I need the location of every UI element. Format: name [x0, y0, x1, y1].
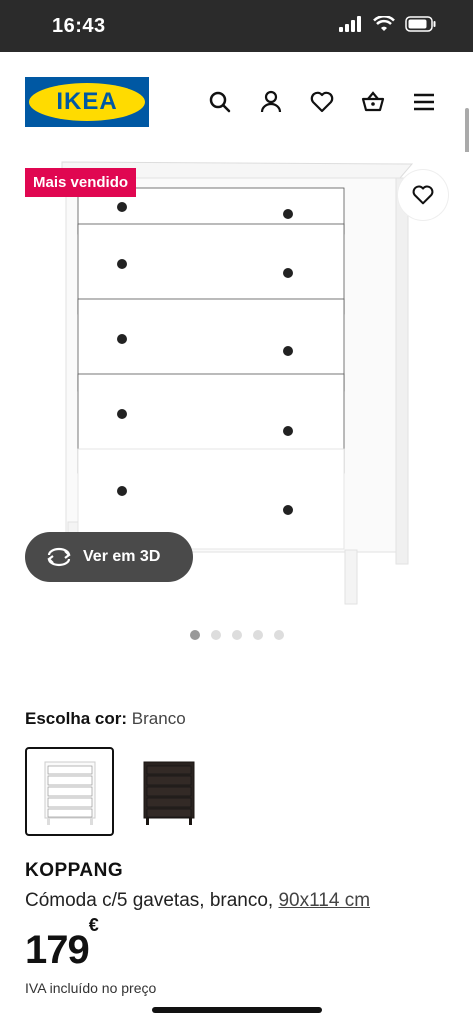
status-time: 16:43: [52, 15, 106, 37]
search-icon[interactable]: [207, 89, 233, 115]
product-description: Cómoda c/5 gavetas, branco, 90x114 cm: [25, 890, 370, 912]
status-bar: 16:43: [0, 0, 473, 52]
carousel-dot[interactable]: [190, 630, 200, 640]
header-actions: [207, 89, 437, 115]
user-icon[interactable]: [258, 89, 284, 115]
view-in-3d-label: Ver em 3D: [83, 548, 161, 565]
product-image-gallery[interactable]: Mais vendido Ver em 3D: [0, 152, 473, 652]
carousel-dot[interactable]: [274, 630, 284, 640]
selected-color-value: Branco: [131, 709, 186, 728]
logo-text: IKEA: [56, 88, 118, 115]
swatch-white[interactable]: [25, 747, 114, 836]
swatch-dark-brown[interactable]: [124, 747, 213, 836]
logo-oval: IKEA: [29, 83, 145, 121]
dark-dresser-thumbnail: [143, 761, 194, 825]
color-selection-label: Escolha cor: Branco: [25, 709, 186, 729]
rotate-3d-icon: [47, 547, 71, 567]
wifi-icon: [373, 16, 395, 31]
heart-icon: [412, 185, 434, 205]
view-in-3d-button[interactable]: Ver em 3D: [25, 532, 193, 582]
carousel-dot[interactable]: [211, 630, 221, 640]
basket-icon[interactable]: [360, 89, 386, 115]
battery-icon: [405, 16, 436, 32]
color-swatches: [25, 747, 213, 836]
price-integer: 179: [25, 928, 90, 972]
product-price: 179€: [25, 915, 99, 973]
product-description-text: Cómoda c/5 gavetas, branco,: [25, 890, 274, 911]
site-header: IKEA: [0, 52, 473, 152]
product-size-link[interactable]: 90x114 cm: [278, 890, 370, 911]
carousel-dot[interactable]: [253, 630, 263, 640]
price-currency: €: [88, 914, 99, 935]
menu-icon[interactable]: [411, 89, 437, 115]
status-icons: [339, 16, 437, 32]
heart-icon[interactable]: [309, 89, 335, 115]
add-to-favourites-button[interactable]: [398, 170, 448, 220]
carousel-dot[interactable]: [232, 630, 242, 640]
white-dresser-thumbnail: [44, 761, 95, 825]
color-label-title: Escolha cor:: [25, 709, 128, 728]
home-indicator[interactable]: [152, 1007, 322, 1013]
carousel-indicator: [190, 630, 284, 640]
ikea-logo[interactable]: IKEA: [25, 77, 149, 127]
signal-icon: [339, 16, 361, 32]
best-seller-badge: Mais vendido: [25, 168, 137, 197]
vat-note: IVA incluído no preço: [25, 980, 157, 996]
product-name: KOPPANG: [25, 860, 124, 881]
